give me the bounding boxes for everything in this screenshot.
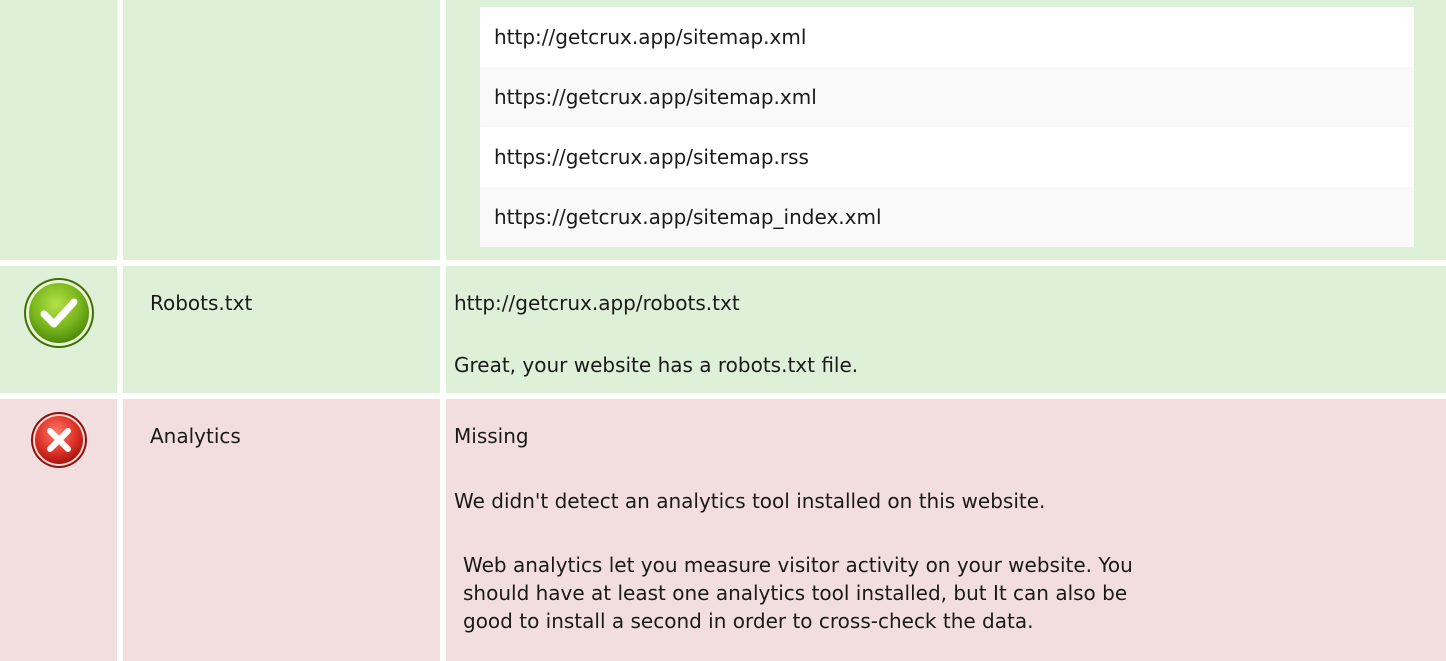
robots-row: Robots.txt http://getcrux.app/robots.txt… (0, 266, 1446, 393)
analytics-icon-cell (0, 399, 117, 661)
robots-label-cell: Robots.txt (123, 266, 440, 393)
x-circle-icon (31, 412, 87, 468)
sitemap-list-item: http://getcrux.app/sitemap.xml (480, 7, 1414, 67)
sitemap-value-cell: http://getcrux.app/sitemap.xml https://g… (446, 0, 1446, 260)
analytics-message: We didn't detect an analytics tool insta… (454, 489, 1046, 513)
analytics-description: Web analytics let you measure visitor ac… (463, 553, 1133, 633)
analytics-label-cell: Analytics (123, 399, 440, 661)
sitemap-list-item: https://getcrux.app/sitemap.xml (480, 67, 1414, 127)
robots-url: http://getcrux.app/robots.txt (454, 291, 740, 315)
analytics-status: Missing (454, 424, 529, 448)
sitemap-list: http://getcrux.app/sitemap.xml https://g… (480, 7, 1414, 247)
robots-icon-cell (0, 266, 117, 393)
seo-report-page: http://getcrux.app/sitemap.xml https://g… (0, 0, 1446, 661)
sitemap-label-cell (123, 0, 440, 260)
analytics-label: Analytics (150, 424, 241, 448)
sitemap-list-item: https://getcrux.app/sitemap.rss (480, 127, 1414, 187)
robots-value-cell: http://getcrux.app/robots.txt Great, you… (446, 266, 1446, 393)
robots-message: Great, your website has a robots.txt fil… (454, 353, 859, 377)
sitemap-list-item: https://getcrux.app/sitemap_index.xml (480, 187, 1414, 247)
analytics-row: Analytics Missing We didn't detect an an… (0, 399, 1446, 661)
sitemap-row: http://getcrux.app/sitemap.xml https://g… (0, 0, 1446, 260)
sitemap-icon-cell (0, 0, 117, 260)
robots-label: Robots.txt (150, 291, 253, 315)
analytics-value-cell: Missing We didn't detect an analytics to… (446, 399, 1446, 661)
check-circle-icon (24, 278, 94, 348)
